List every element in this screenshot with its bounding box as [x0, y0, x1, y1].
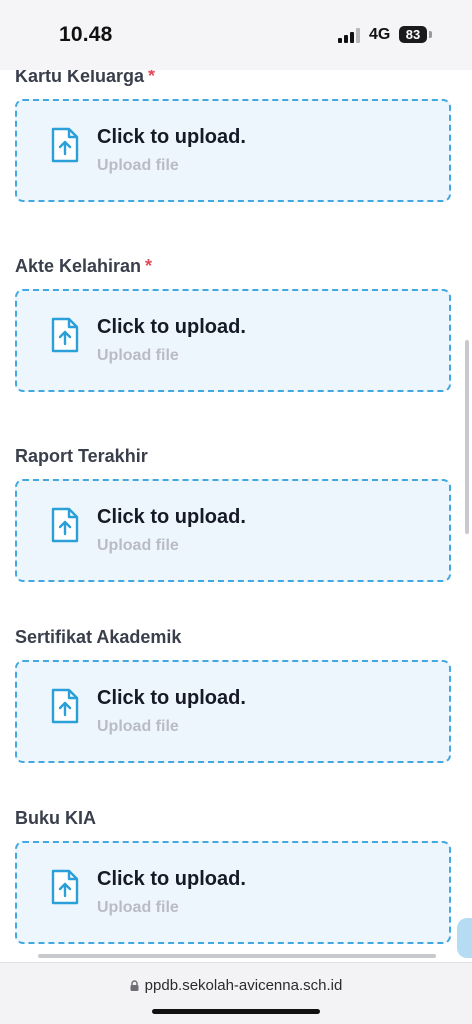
home-indicator[interactable]	[152, 1009, 320, 1014]
network-type: 4G	[369, 26, 391, 43]
field-label: Akte Kelahiran *	[15, 256, 153, 276]
upload-dropzone[interactable]: Click to upload. Upload file	[15, 289, 451, 392]
file-upload-icon	[51, 507, 79, 543]
required-mark: *	[145, 256, 153, 276]
file-upload-icon	[51, 688, 79, 724]
url-display[interactable]: ppdb.sekolah-avicenna.sch.id	[0, 977, 472, 994]
upload-subtitle: Upload file	[97, 537, 179, 554]
field-label: Sertifikat Akademik	[15, 627, 182, 647]
upload-title: Click to upload.	[97, 316, 246, 338]
field-label: Buku KIA	[15, 808, 96, 828]
upload-title: Click to upload.	[97, 687, 246, 709]
battery-tip	[429, 31, 432, 38]
battery-level: 83	[405, 27, 421, 42]
upload-title: Click to upload.	[97, 506, 246, 528]
upload-title: Click to upload.	[97, 868, 246, 890]
url-text: ppdb.sekolah-avicenna.sch.id	[144, 977, 343, 994]
file-upload-icon	[51, 317, 79, 353]
browser-address-bar[interactable]: ppdb.sekolah-avicenna.sch.id	[0, 962, 472, 1024]
lock-icon	[130, 980, 139, 991]
vertical-scrollbar[interactable]	[465, 340, 469, 534]
horizontal-scrollbar[interactable]	[38, 954, 436, 958]
upload-subtitle: Upload file	[97, 157, 179, 174]
upload-subtitle: Upload file	[97, 899, 179, 916]
signal-icon	[338, 28, 360, 43]
upload-subtitle: Upload file	[97, 347, 179, 364]
screen: Kartu Keluarga * Click to upload. Upload …	[0, 0, 472, 1024]
upload-dropzone[interactable]: Click to upload. Upload file	[15, 479, 451, 582]
status-time: 10.48	[59, 23, 113, 46]
upload-title: Click to upload.	[97, 126, 246, 148]
upload-subtitle: Upload file	[97, 718, 179, 735]
file-upload-icon	[51, 127, 79, 163]
upload-dropzone[interactable]: Click to upload. Upload file	[15, 99, 451, 202]
upload-dropzone[interactable]: Click to upload. Upload file	[15, 660, 451, 763]
field-label: Raport Terakhir	[15, 446, 148, 466]
form-scroll-area[interactable]: Kartu Keluarga * Click to upload. Upload …	[0, 0, 472, 962]
file-upload-icon	[51, 869, 79, 905]
status-bar: 10.48 4G 83	[0, 0, 472, 70]
upload-dropzone[interactable]: Click to upload. Upload file	[15, 841, 451, 944]
floating-action-button[interactable]	[457, 918, 472, 958]
battery-icon: 83	[399, 26, 427, 43]
